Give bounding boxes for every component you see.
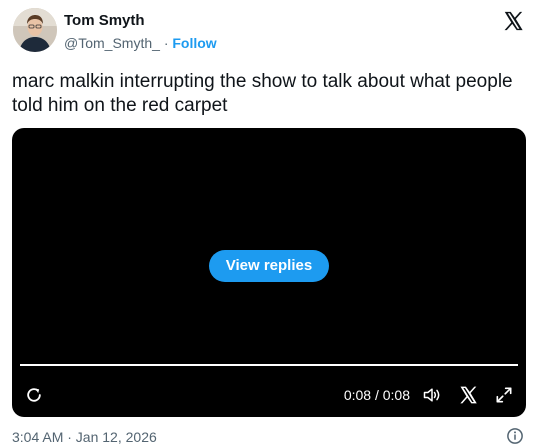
replay-icon[interactable] bbox=[24, 385, 44, 405]
follow-button[interactable]: Follow bbox=[172, 35, 216, 51]
author-handle[interactable]: @Tom_Smyth_ bbox=[64, 35, 160, 51]
video-time-display: 0:08 / 0:08 bbox=[343, 387, 410, 403]
info-icon[interactable] bbox=[506, 427, 524, 445]
meta-separator: · bbox=[163, 35, 169, 51]
tweet-timestamp[interactable]: 3:04 AM · Jan 12, 2026 bbox=[12, 428, 157, 446]
video-progress-fill bbox=[20, 364, 518, 366]
author-avatar[interactable] bbox=[13, 8, 57, 52]
x-logo-icon[interactable] bbox=[458, 385, 478, 405]
tweet-text: marc malkin interrupting the show to tal… bbox=[12, 71, 513, 116]
author-name[interactable]: Tom Smyth bbox=[64, 12, 145, 30]
view-replies-button[interactable]: View replies bbox=[209, 250, 329, 282]
author-meta: @Tom_Smyth_ · Follow bbox=[64, 34, 217, 52]
tweet-embed-card: Tom Smyth @Tom_Smyth_ · Follow marc malk… bbox=[0, 0, 538, 446]
x-logo-icon[interactable] bbox=[502, 10, 524, 32]
volume-icon[interactable] bbox=[422, 385, 442, 405]
video-player[interactable]: View replies 0:08 / 0:08 bbox=[12, 128, 526, 417]
avatar-image bbox=[13, 8, 57, 52]
fullscreen-icon[interactable] bbox=[494, 385, 514, 405]
video-progress-bar[interactable] bbox=[20, 364, 518, 366]
